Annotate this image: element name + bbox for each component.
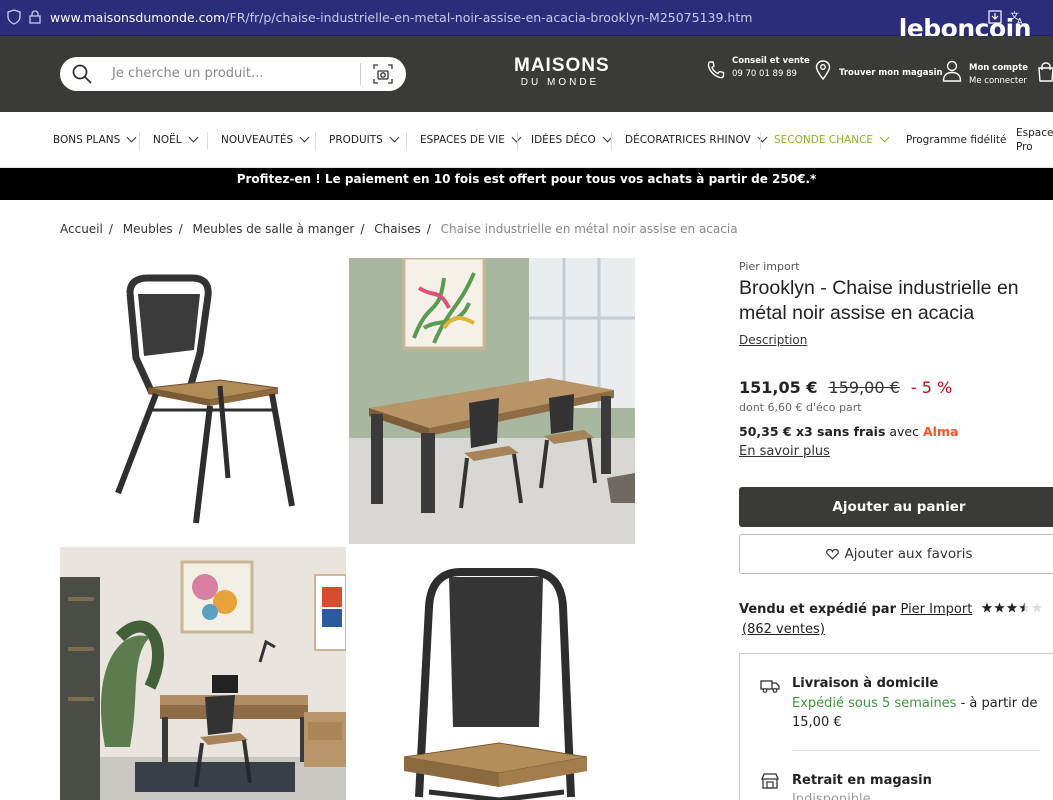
store-pickup-status: Indisponible	[792, 792, 871, 800]
chevron-down-icon	[879, 132, 890, 143]
store-locator[interactable]: Trouver mon magasin	[815, 56, 943, 80]
heart-icon	[825, 548, 839, 560]
nav-decoratrices-rhinov[interactable]: DÉCORATRICES RHINOV	[625, 132, 768, 146]
seller-info: Vendu et expédié par Pier Import	[739, 602, 1045, 617]
search-bar[interactable]: Je cherche un produit...	[60, 57, 406, 91]
main-nav: BONS PLANS NOËL NOUVEAUTÉS PRODUITS ESPA…	[0, 112, 1053, 168]
promo-banner[interactable]: Profitez-en ! Le paiement en 10 fois est…	[0, 168, 1053, 200]
star-rating-icon	[981, 602, 1043, 613]
product-title: Brooklyn - Chaise industrielle en métal …	[739, 277, 1019, 324]
shield-icon[interactable]	[6, 9, 22, 25]
nav-espace-pro[interactable]: Espace Pro	[1016, 126, 1053, 154]
breadcrumb-accueil[interactable]: Accueil	[60, 222, 103, 236]
conseil-vente[interactable]: Conseil et vente 09 70 01 89 89	[706, 56, 810, 79]
product-image-chair[interactable]	[60, 258, 346, 544]
learn-more-link[interactable]: En savoir plus	[739, 444, 830, 459]
add-to-cart-button[interactable]: Ajouter au panier	[739, 487, 1053, 527]
home-delivery-details: Expédié sous 5 semaines - à partir de 15…	[792, 696, 1038, 730]
rating-star	[981, 602, 993, 613]
chevron-down-icon	[299, 132, 310, 143]
seller-link[interactable]: Pier Import	[901, 602, 973, 617]
breadcrumb-salle-a-manger[interactable]: Meubles de salle à manger	[193, 222, 355, 236]
nav-nouveautes[interactable]: NOUVEAUTÉS	[221, 132, 310, 146]
breadcrumb-current: Chaise industrielle en métal noir assise…	[440, 222, 738, 236]
product-image-dining-room[interactable]	[349, 258, 635, 544]
delivery-box: Livraison à domicile Expédié sous 5 sema…	[739, 653, 1053, 800]
breadcrumb: Accueil / Meubles / Meubles de salle à man…	[60, 222, 738, 236]
product-brand[interactable]: Pier import	[739, 260, 800, 273]
user-icon	[942, 60, 962, 82]
current-price: 151,05 €	[739, 378, 818, 397]
nav-noel[interactable]: NOËL	[153, 132, 199, 146]
camera-search-icon[interactable]	[372, 63, 394, 85]
installments-info: 50,35 € x3 sans frais avec Alma	[739, 424, 959, 439]
seller-rating-stars	[981, 602, 1045, 616]
product-image-chair-closeup[interactable]	[349, 547, 635, 800]
seller-sales-link[interactable]: (862 ventes)	[742, 622, 825, 637]
rating-star	[1006, 602, 1018, 613]
product-image-office[interactable]	[60, 547, 346, 800]
chevron-down-icon	[389, 132, 400, 143]
nav-produits[interactable]: PRODUITS	[329, 132, 400, 146]
site-header: Je cherche un produit... MAISONS DU MOND…	[0, 36, 1053, 112]
discount-badge: - 5 %	[910, 378, 953, 397]
search-icon[interactable]	[72, 64, 92, 84]
chevron-down-icon	[188, 132, 199, 143]
nav-programme-fidelite[interactable]: Programme fidélité	[906, 134, 1006, 146]
rating-star	[1019, 602, 1030, 613]
price-block: 151,05 € 159,00 € - 5 %	[739, 378, 952, 397]
search-divider	[360, 63, 361, 85]
nav-espaces-de-vie[interactable]: ESPACES DE VIE	[420, 132, 522, 146]
cart-icon[interactable]	[1037, 62, 1053, 82]
phone-icon	[707, 61, 725, 79]
account-link[interactable]: Mon compte Me connecter	[942, 56, 1028, 86]
location-pin-icon	[815, 60, 831, 80]
rating-star	[1031, 602, 1043, 613]
search-input[interactable]: Je cherche un produit...	[112, 66, 263, 81]
add-to-favorites-button[interactable]: Ajouter aux favoris	[739, 534, 1053, 574]
home-delivery-title: Livraison à domicile	[792, 676, 939, 691]
nav-seconde-chance[interactable]: SECONDE CHANCE	[774, 132, 890, 146]
nav-bons-plans[interactable]: BONS PLANS	[53, 132, 137, 146]
chevron-down-icon	[757, 132, 768, 143]
lock-icon[interactable]	[27, 9, 43, 25]
rating-star	[994, 602, 1005, 613]
site-logo[interactable]: MAISONS DU MONDE	[514, 56, 609, 90]
browser-url-bar: www.maisonsdumonde.com/FR/fr/p/chaise-in…	[0, 0, 1053, 43]
store-pickup-icon	[761, 773, 779, 789]
url-text[interactable]: www.maisonsdumonde.com/FR/fr/p/chaise-in…	[50, 10, 752, 25]
breadcrumb-meubles[interactable]: Meubles	[123, 222, 173, 236]
truck-icon	[760, 680, 780, 693]
breadcrumb-chaises[interactable]: Chaises	[374, 222, 421, 236]
eco-part: dont 6,60 € d'éco part	[739, 401, 862, 414]
description-link[interactable]: Description	[739, 333, 807, 347]
store-pickup-title: Retrait en magasin	[792, 773, 932, 788]
alma-logo: Alma	[922, 424, 959, 439]
old-price: 159,00 €	[828, 378, 900, 397]
chevron-down-icon	[126, 132, 137, 143]
nav-idees-deco[interactable]: IDÉES DÉCO	[531, 132, 613, 146]
